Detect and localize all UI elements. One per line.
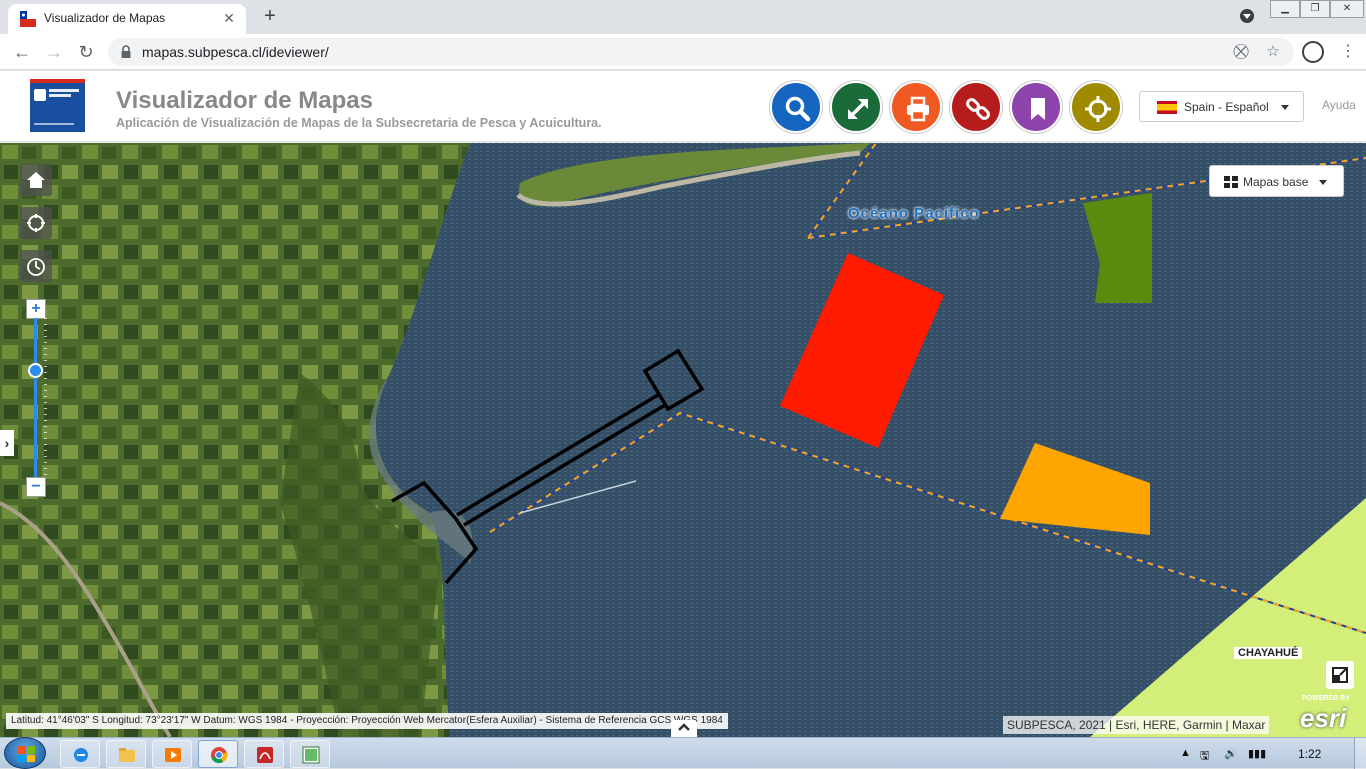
map-attribution: SUBPESCA, 2021 | Esri, HERE, Garmin | Ma… bbox=[1003, 716, 1270, 734]
browser-menu-icon[interactable]: ⋮ bbox=[1340, 41, 1356, 63]
page-title: Visualizador de Mapas bbox=[116, 87, 373, 114]
tray-expand-icon[interactable]: ▲ bbox=[1180, 747, 1191, 759]
volume-icon[interactable]: 🔊 bbox=[1224, 747, 1238, 760]
satellite-basemap bbox=[0, 143, 1366, 737]
chile-flag-favicon-icon bbox=[20, 11, 36, 27]
minimize-button[interactable]: ▁ bbox=[1270, 0, 1300, 18]
blocked-content-icon[interactable]: ⛒ bbox=[1232, 43, 1250, 61]
place-label: CHAYAHUÉ bbox=[1234, 647, 1303, 659]
subpesca-logo bbox=[30, 79, 85, 132]
tray-device-icon[interactable]: 🖫 bbox=[1200, 747, 1209, 766]
taskbar-media-player[interactable] bbox=[152, 740, 192, 768]
zoom-out-button[interactable]: − bbox=[26, 477, 46, 497]
new-tab-button[interactable]: + bbox=[258, 4, 282, 28]
reload-icon[interactable]: ↻ bbox=[74, 40, 98, 64]
taskbar-acrobat[interactable] bbox=[244, 740, 284, 768]
language-select[interactable]: Spain - Español bbox=[1139, 91, 1304, 122]
taskbar-clock[interactable]: 1:22 bbox=[1298, 747, 1321, 761]
locate-button[interactable] bbox=[1070, 81, 1122, 133]
spain-flag-icon bbox=[1157, 101, 1177, 114]
overview-map-button[interactable] bbox=[1326, 661, 1354, 689]
internet-explorer-icon bbox=[74, 748, 88, 762]
esri-logo: esri bbox=[1300, 703, 1347, 733]
media-player-icon bbox=[165, 748, 181, 762]
side-panel-toggle[interactable]: › bbox=[0, 430, 14, 456]
link-button[interactable] bbox=[950, 81, 1002, 133]
printer-icon bbox=[907, 96, 929, 122]
windows-logo-icon bbox=[17, 746, 35, 762]
chevron-up-icon bbox=[678, 723, 690, 731]
zoom-slider-track[interactable] bbox=[34, 318, 37, 478]
app-header: Visualizador de Mapas Aplicación de Visu… bbox=[0, 71, 1366, 143]
taskbar-chrome[interactable] bbox=[198, 740, 238, 768]
back-arrow-icon[interactable]: ← bbox=[10, 40, 34, 64]
page-subtitle: Aplicación de Visualización de Mapas de … bbox=[116, 116, 602, 130]
spreadsheet-icon bbox=[302, 746, 320, 764]
target-icon bbox=[27, 214, 45, 232]
fullscreen-button[interactable] bbox=[830, 81, 882, 133]
search-icon bbox=[785, 96, 811, 122]
chain-link-icon bbox=[966, 98, 990, 120]
show-desktop-button[interactable] bbox=[1354, 738, 1366, 769]
url-text: mapas.subpesca.cl/ideviewer/ bbox=[142, 44, 329, 60]
start-button[interactable] bbox=[4, 737, 46, 769]
print-button[interactable] bbox=[890, 81, 942, 133]
chevron-down-icon bbox=[1319, 180, 1327, 185]
search-button[interactable] bbox=[770, 81, 822, 133]
close-window-button[interactable]: ✕ bbox=[1330, 0, 1364, 18]
time-slider-button[interactable] bbox=[20, 250, 52, 282]
restore-button[interactable]: ❐ bbox=[1300, 0, 1330, 18]
grid-icon bbox=[1224, 176, 1238, 188]
tab-search-dropdown-icon[interactable] bbox=[1240, 9, 1254, 23]
basemap-label: Mapas base bbox=[1243, 175, 1309, 189]
language-label: Spain - Español bbox=[1184, 100, 1269, 114]
chevron-down-icon bbox=[1281, 105, 1289, 110]
bookmark-star-icon[interactable]: ☆ bbox=[1264, 43, 1282, 61]
clock-icon bbox=[27, 258, 45, 276]
lock-icon bbox=[121, 45, 131, 58]
windows-taskbar: ▲ 🖫 🔊 ▮▮▮ 1:22 bbox=[0, 737, 1366, 769]
browser-toolbar: ← → ↻ mapas.subpesca.cl/ideviewer/ ⛒ ☆ ⋮ bbox=[0, 34, 1366, 70]
zoom-slider-ticks bbox=[44, 318, 47, 478]
basemap-dropdown[interactable]: Mapas base bbox=[1209, 165, 1344, 197]
address-bar[interactable]: mapas.subpesca.cl/ideviewer/ ⛒ ☆ bbox=[108, 38, 1294, 66]
home-button[interactable] bbox=[20, 164, 52, 196]
taskbar-internet-explorer[interactable] bbox=[60, 740, 100, 768]
home-icon bbox=[27, 172, 45, 188]
crosshair-icon bbox=[1085, 96, 1111, 122]
collapse-panel-button[interactable] bbox=[671, 720, 697, 737]
browser-tab[interactable]: Visualizador de Mapas ✕ bbox=[8, 4, 246, 34]
forward-arrow-icon[interactable]: → bbox=[42, 40, 66, 64]
esri-powered-by: POWERED BY bbox=[1302, 695, 1350, 702]
map-view[interactable]: + − › Mapas base Océano Pacífico CHAYAHU… bbox=[0, 143, 1366, 737]
help-link[interactable]: Ayuda bbox=[1322, 98, 1356, 112]
network-signal-icon[interactable]: ▮▮▮ bbox=[1248, 747, 1266, 760]
profile-avatar[interactable] bbox=[1302, 41, 1324, 63]
taskbar-file-explorer[interactable] bbox=[106, 740, 146, 768]
pdf-icon bbox=[257, 747, 273, 763]
zoom-slider-handle[interactable] bbox=[28, 363, 43, 378]
zoom-in-button[interactable]: + bbox=[26, 299, 46, 319]
taskbar-spreadsheet[interactable] bbox=[290, 740, 330, 768]
ocean-label: Océano Pacífico bbox=[848, 205, 980, 222]
browser-tabstrip: Visualizador de Mapas ✕ + ▁ ❐ ✕ bbox=[0, 0, 1366, 34]
overview-map-icon bbox=[1332, 667, 1348, 683]
tab-title: Visualizador de Mapas bbox=[44, 11, 166, 25]
my-location-button[interactable] bbox=[20, 207, 52, 239]
coordinate-readout: Latitud: 41°46'03" S Longitud: 73°23'17"… bbox=[6, 713, 728, 729]
bookmark-button[interactable] bbox=[1010, 81, 1062, 133]
chrome-icon bbox=[211, 747, 228, 764]
folder-icon bbox=[119, 748, 135, 762]
tab-close-icon[interactable]: ✕ bbox=[220, 9, 238, 27]
bookmark-icon bbox=[1031, 98, 1045, 120]
expand-arrows-icon bbox=[848, 99, 868, 119]
